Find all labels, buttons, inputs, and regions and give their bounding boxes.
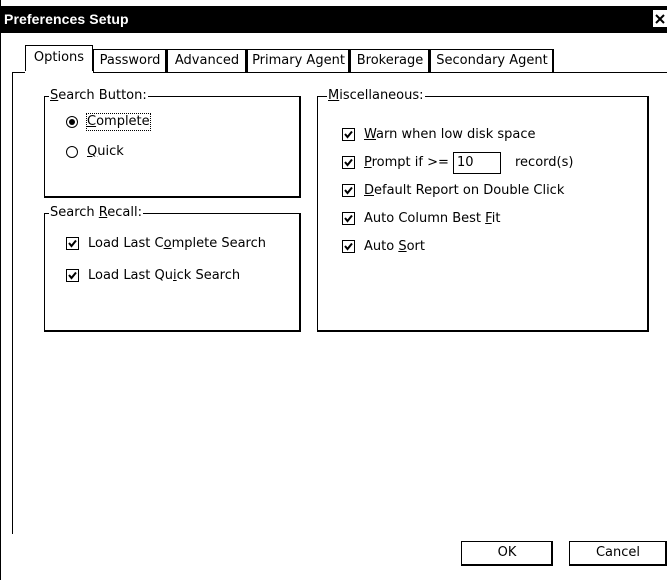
radio-dot-icon [69, 119, 75, 125]
tab-brokerage[interactable]: Brokerage [350, 49, 430, 72]
load-last-quick-checkbox[interactable] [66, 269, 79, 282]
check-icon [68, 239, 77, 248]
check-icon [68, 271, 77, 280]
prompt-if-checkbox[interactable] [342, 156, 355, 169]
cancel-button[interactable]: Cancel [569, 541, 667, 566]
preferences-dialog: Preferences Setup Options Password Advan… [0, 0, 667, 580]
auto-column-best-fit-checkbox[interactable] [342, 212, 355, 225]
title-bar: Preferences Setup [1, 6, 667, 33]
tab-password[interactable]: Password [93, 49, 167, 72]
miscellaneous-legend: Miscellaneous: [327, 88, 425, 104]
complete-radio[interactable] [66, 116, 78, 128]
tab-primary-agent[interactable]: Primary Agent [247, 49, 350, 72]
warn-low-disk-checkbox[interactable] [342, 128, 355, 141]
tab-secondary-agent[interactable]: Secondary Agent [430, 49, 554, 72]
load-last-complete-checkbox[interactable] [66, 237, 79, 250]
auto-column-best-fit-label[interactable]: Auto Column Best Fit [364, 211, 500, 227]
window-title: Preferences Setup [4, 11, 129, 27]
check-icon [344, 186, 353, 195]
tab-options[interactable]: Options [25, 45, 93, 73]
search-button-legend: Search Button: [49, 88, 148, 104]
search-recall-legend: Search Recall: [49, 205, 143, 221]
quick-radio-label[interactable]: Quick [87, 144, 124, 160]
load-last-complete-label[interactable]: Load Last Complete Search [88, 236, 266, 252]
load-last-quick-label[interactable]: Load Last Quick Search [88, 268, 240, 284]
check-icon [344, 158, 353, 167]
check-icon [344, 130, 353, 139]
close-icon [655, 14, 665, 24]
close-button[interactable] [652, 9, 667, 28]
records-suffix-label: record(s) [515, 155, 574, 170]
check-icon [344, 242, 353, 251]
check-icon [344, 214, 353, 223]
default-report-checkbox[interactable] [342, 184, 355, 197]
quick-radio[interactable] [66, 146, 78, 158]
complete-radio-label[interactable]: Complete [86, 113, 151, 131]
default-report-label[interactable]: Default Report on Double Click [364, 183, 564, 199]
auto-sort-checkbox[interactable] [342, 240, 355, 253]
search-button-group: Search Button: [44, 88, 301, 198]
prompt-if-label[interactable]: Prompt if >= [364, 155, 449, 171]
auto-sort-label[interactable]: Auto Sort [364, 239, 425, 255]
tab-advanced[interactable]: Advanced [167, 49, 247, 72]
warn-low-disk-label[interactable]: Warn when low disk space [364, 127, 536, 143]
ok-button[interactable]: OK [461, 541, 553, 566]
record-count-input[interactable]: 10 [453, 152, 501, 174]
